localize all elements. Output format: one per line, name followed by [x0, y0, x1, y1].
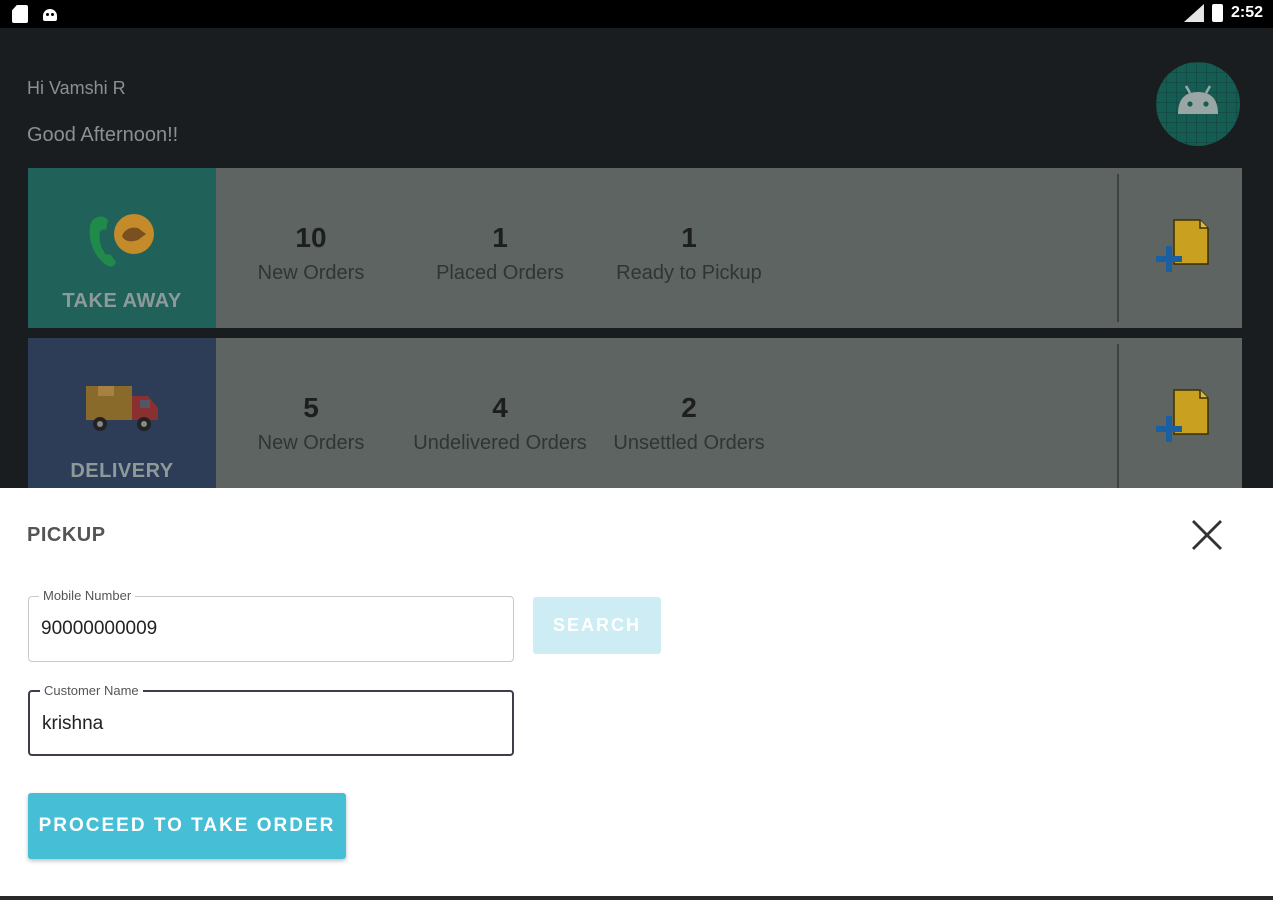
delivery-label: DELIVERY [70, 460, 174, 482]
delivery-card[interactable]: DELIVERY 5 New Orders 4 Undelivered Orde… [28, 338, 1242, 492]
stat-value: 4 [492, 392, 508, 423]
android-debug-icon [42, 5, 58, 21]
stat-delivery-undelivered[interactable]: 4 Undelivered Orders [400, 392, 600, 455]
stat-value: 1 [681, 222, 697, 253]
avatar[interactable] [1156, 62, 1240, 146]
stat-delivery-unsettled[interactable]: 2 Unsettled Orders [589, 392, 789, 455]
stat-delivery-new[interactable]: 5 New Orders [211, 392, 411, 455]
no-signal-icon [1183, 4, 1204, 22]
stat-take-away-placed[interactable]: 1 Placed Orders [400, 222, 600, 285]
close-icon[interactable] [1188, 516, 1226, 554]
battery-icon [1211, 4, 1223, 22]
take-away-tile[interactable]: TAKE AWAY [28, 168, 216, 328]
navigation-bar-edge [0, 896, 1273, 900]
mobile-number-field[interactable]: Mobile Number [28, 588, 514, 662]
delivery-truck-icon [86, 386, 158, 431]
delivery-tile[interactable]: DELIVERY [28, 338, 216, 488]
status-time: 2:52 [1230, 4, 1263, 21]
search-button[interactable]: SEARCH [533, 597, 661, 654]
add-document-icon[interactable] [1156, 218, 1212, 276]
greeting-message: Good Afternoon!! [27, 124, 179, 146]
stat-value: 10 [295, 222, 327, 253]
stat-label: New Orders [257, 262, 365, 284]
pickup-bottom-sheet: PICKUP Mobile Number SEARCH Customer Nam… [0, 488, 1273, 900]
phone-food-icon [89, 214, 154, 267]
add-document-icon[interactable] [1156, 388, 1212, 446]
mobile-number-input[interactable] [41, 615, 491, 643]
take-away-card[interactable]: TAKE AWAY 10 New Orders 1 Placed Orders … [28, 168, 1242, 328]
mobile-number-label: Mobile Number [39, 588, 136, 603]
stat-label: New Orders [257, 432, 365, 454]
stat-value: 1 [492, 222, 508, 253]
customer-name-label: Customer Name [40, 683, 143, 698]
stat-label: Placed Orders [436, 262, 564, 284]
take-away-label: TAKE AWAY [62, 290, 182, 312]
customer-name-input[interactable] [42, 710, 492, 738]
sd-card-icon [12, 5, 28, 23]
stat-value: 2 [681, 392, 697, 423]
stat-value: 5 [303, 392, 319, 423]
stat-label: Undelivered Orders [413, 432, 587, 454]
sheet-title: PICKUP [27, 524, 106, 546]
stat-label: Unsettled Orders [613, 432, 765, 454]
stat-take-away-ready[interactable]: 1 Ready to Pickup [589, 222, 789, 285]
card-divider [1117, 174, 1119, 322]
proceed-to-take-order-button[interactable]: PROCEED TO TAKE ORDER [28, 793, 346, 859]
greeting-name: Hi Vamshi R [27, 78, 126, 98]
customer-name-field[interactable]: Customer Name [28, 683, 514, 756]
card-divider [1117, 344, 1119, 492]
stat-label: Ready to Pickup [616, 262, 762, 284]
android-robot-icon [1178, 85, 1218, 114]
stat-take-away-new[interactable]: 10 New Orders [211, 222, 411, 285]
status-bar: 2:52 [0, 0, 1273, 28]
